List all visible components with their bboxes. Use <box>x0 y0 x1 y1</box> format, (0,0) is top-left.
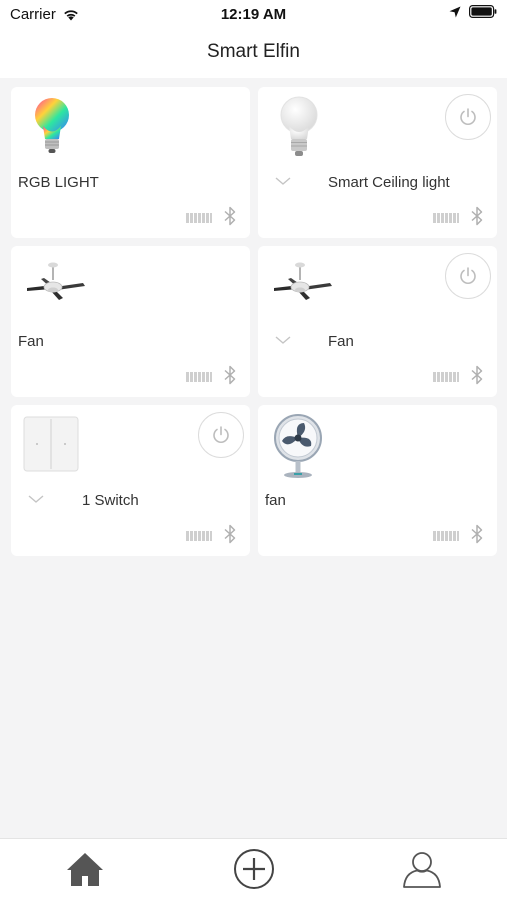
page-title: Smart Elfin <box>207 41 300 62</box>
chevron-down-icon[interactable] <box>27 493 45 505</box>
signal-strength-icon <box>433 372 459 382</box>
bluetooth-icon <box>471 365 483 385</box>
bluetooth-icon <box>471 206 483 226</box>
rgb-bulb-icon <box>35 98 69 153</box>
status-bar: Carrier 12:19 AM <box>0 0 507 30</box>
power-icon <box>460 108 476 125</box>
signal-strength-icon <box>186 372 212 382</box>
white-bulb-icon <box>280 96 318 156</box>
home-icon <box>67 853 103 886</box>
ceiling-fan-icon <box>27 262 85 300</box>
power-button[interactable] <box>445 253 491 299</box>
bluetooth-icon <box>224 524 236 544</box>
bluetooth-icon <box>224 206 236 226</box>
location-arrow-icon <box>449 6 461 17</box>
bluetooth-icon <box>224 365 236 385</box>
device-card-smart-ceiling-light[interactable]: Smart Ceiling light <box>258 87 497 238</box>
chevron-down-icon[interactable] <box>274 334 292 346</box>
tab-home[interactable] <box>63 847 107 891</box>
device-card-fan-2[interactable]: Fan <box>258 246 497 397</box>
nav-bar: Smart Elfin <box>0 30 507 78</box>
chevron-down-icon[interactable] <box>274 175 292 187</box>
power-icon <box>460 267 476 284</box>
device-card-rgb-light[interactable]: RGB LIGHT <box>11 87 250 238</box>
device-name: Fan <box>328 333 354 350</box>
signal-strength-icon <box>433 213 459 223</box>
desk-fan-icon <box>274 414 322 478</box>
device-name: Fan <box>18 333 44 350</box>
tab-add-device[interactable] <box>232 847 276 891</box>
device-name: fan <box>265 492 286 509</box>
add-icon <box>234 849 274 889</box>
wall-switch-icon <box>23 416 79 472</box>
device-name: RGB LIGHT <box>18 174 99 191</box>
signal-strength-icon <box>433 531 459 541</box>
profile-icon <box>403 852 441 888</box>
device-card-1-switch[interactable]: 1 Switch <box>11 405 250 556</box>
device-name: Smart Ceiling light <box>328 174 450 191</box>
power-button[interactable] <box>445 94 491 140</box>
battery-icon <box>469 5 497 18</box>
power-button[interactable] <box>198 412 244 458</box>
device-card-desk-fan[interactable]: fan <box>258 405 497 556</box>
bluetooth-icon <box>471 524 483 544</box>
signal-strength-icon <box>186 213 212 223</box>
tab-bar <box>0 838 507 900</box>
signal-strength-icon <box>186 531 212 541</box>
ceiling-fan-icon <box>274 262 332 300</box>
status-right <box>449 5 497 18</box>
status-time: 12:19 AM <box>220 6 287 23</box>
power-icon <box>213 426 229 443</box>
tab-profile[interactable] <box>400 847 444 891</box>
device-card-fan[interactable]: Fan <box>11 246 250 397</box>
device-name: 1 Switch <box>82 492 139 509</box>
